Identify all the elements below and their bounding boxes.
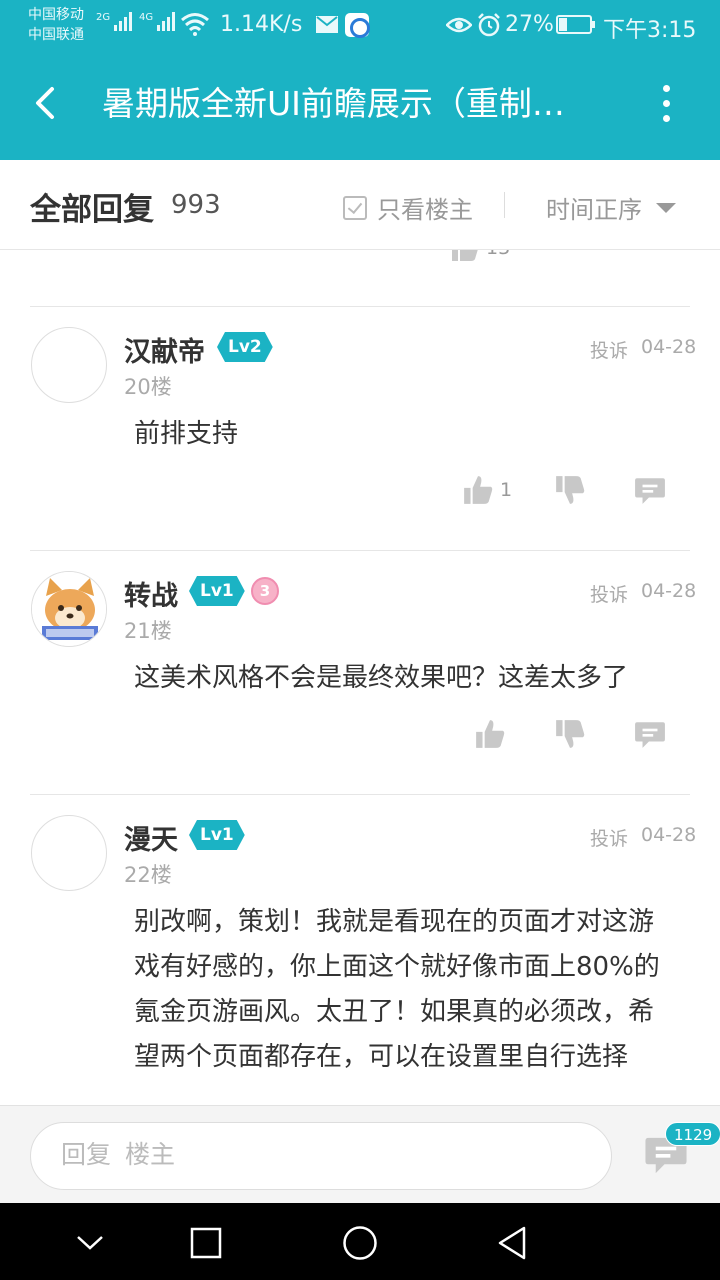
battery-fill (559, 18, 567, 31)
page-title: 暑期版全新UI前瞻展示（重制… (102, 84, 565, 123)
divider (30, 550, 690, 551)
comment-count-badge: 1129 (665, 1122, 720, 1146)
more-options-button[interactable] (646, 78, 686, 128)
back-nav-button[interactable] (490, 1221, 534, 1265)
dislike-button[interactable] (554, 470, 586, 510)
divider (504, 192, 505, 218)
post-date: 04-28 (641, 580, 697, 602)
home-icon (343, 1226, 377, 1260)
reply-actions (0, 714, 720, 754)
level-badge: Lv1 (189, 576, 245, 606)
dislike-button[interactable] (554, 714, 586, 754)
floor-number: 21楼 (124, 619, 172, 643)
only-op-label: 只看楼主 (377, 196, 473, 224)
floor-number: 22楼 (124, 863, 172, 887)
username[interactable]: 漫天 (124, 818, 178, 857)
reply-feed[interactable]: 13 汉献帝 Lv2 20楼 投诉 04-28 前排支持 1 (0, 250, 720, 1105)
reply-body: 别改啊，策划！我就是看现在的页面才对这游戏有好感的，你上面这个就好像市面上80%… (134, 907, 660, 1072)
shiba-dog-avatar-image (32, 572, 106, 646)
reply-body: 前排支持 (134, 419, 239, 449)
only-op-toggle[interactable]: 只看楼主 (343, 190, 473, 225)
post-date: 04-28 (641, 336, 697, 358)
like-count: 13 (486, 250, 510, 259)
wifi-icon (181, 13, 209, 36)
comment-button[interactable] (634, 714, 666, 754)
comment-button[interactable] (634, 470, 666, 510)
system-navigation-bar (0, 1203, 720, 1280)
thumbs-up-icon (452, 250, 478, 261)
carrier-2: 中国联通 (28, 27, 84, 43)
recents-button[interactable] (184, 1221, 228, 1265)
level-badge: Lv1 (189, 820, 245, 850)
battery-icon (556, 15, 595, 34)
hide-keyboard-icon (77, 1236, 103, 1250)
carrier-names: 中国移动 中国联通 (28, 5, 84, 45)
floor-number: 20楼 (124, 375, 172, 399)
reply-body: 这美术风格不会是最终效果吧？这差太多了 (134, 663, 629, 693)
comment-icon (635, 478, 665, 504)
reply-item: 汉献帝 Lv2 20楼 投诉 04-28 前排支持 1 (0, 306, 720, 550)
back-icon (498, 1226, 526, 1260)
reply-actions: 1 (0, 470, 720, 510)
network-type-2: 4G (139, 12, 154, 23)
like-button[interactable]: 13 (450, 250, 510, 268)
checkbox-icon[interactable] (343, 195, 367, 220)
carrier-1: 中国移动 (28, 7, 84, 23)
avatar[interactable] (31, 327, 107, 403)
avatar[interactable] (31, 815, 107, 891)
app-notification-icon (345, 13, 370, 38)
level-badge: Lv2 (217, 332, 273, 362)
report-link[interactable]: 投诉 (590, 336, 628, 363)
medal-badge: 3 (251, 577, 279, 605)
divider (30, 306, 690, 307)
signal-icon: 2G (96, 12, 133, 31)
report-link[interactable]: 投诉 (590, 824, 628, 851)
reply-bar: 回复 楼主 1129 (0, 1105, 720, 1203)
app-bar: 暑期版全新UI前瞻展示（重制… (0, 50, 720, 160)
comment-icon (635, 722, 665, 748)
thumbs-up-icon (476, 720, 505, 748)
reply-filter-bar: 全部回复 993 只看楼主 时间正序 (0, 160, 720, 250)
hide-keyboard-button[interactable] (68, 1221, 112, 1265)
status-bar: 中国移动 中国联通 2G 4G 1.14K/s 27% 下午3:15 (0, 0, 720, 50)
alarm-icon (478, 13, 500, 37)
network-speed: 1.14K/s (220, 12, 303, 37)
back-button[interactable] (20, 78, 70, 128)
like-button[interactable] (474, 714, 512, 754)
clock: 下午3:15 (603, 18, 697, 43)
reply-item: 转战 Lv1 3 21楼 投诉 04-28 这美术风格不会是最终效果吧？这差太多… (0, 550, 720, 794)
network-type-1: 2G (96, 12, 111, 23)
like-count: 1 (500, 479, 513, 501)
all-replies-title: 全部回复 (30, 192, 154, 228)
screen: 中国移动 中国联通 2G 4G 1.14K/s 27% 下午3:15 暑期版全新… (0, 0, 720, 1280)
reply-count: 993 (171, 190, 221, 220)
sort-label: 时间正序 (546, 196, 642, 224)
signal-icon: 4G (139, 12, 176, 31)
reply-item: 漫天 Lv1 22楼 投诉 04-28 别改啊，策划！我就是看现在的页面才对这游… (0, 794, 720, 1105)
recents-icon (190, 1227, 222, 1259)
back-arrow-icon (36, 87, 54, 119)
reply-placeholder: 回复 (61, 1140, 112, 1169)
sort-dropdown[interactable]: 时间正序 (546, 190, 676, 225)
previous-post-actions: 13 (0, 250, 720, 268)
post-date: 04-28 (641, 824, 697, 846)
battery-percent: 27% (505, 12, 554, 37)
eye-icon (446, 17, 472, 33)
reply-target-placeholder: 楼主 (125, 1140, 176, 1169)
report-link[interactable]: 投诉 (590, 580, 628, 607)
dropdown-arrow-icon (656, 202, 676, 213)
thumbs-down-icon (556, 720, 585, 748)
thumbs-down-icon (556, 476, 585, 504)
thumbs-up-icon (464, 476, 493, 504)
home-button[interactable] (338, 1221, 382, 1265)
avatar[interactable] (31, 571, 107, 647)
reply-input[interactable]: 回复 楼主 (30, 1122, 612, 1190)
more-vert-icon (662, 84, 670, 92)
username[interactable]: 汉献帝 (124, 330, 205, 369)
divider (30, 794, 690, 795)
username[interactable]: 转战 (124, 574, 178, 613)
mail-icon (316, 16, 338, 33)
like-button[interactable]: 1 (462, 470, 512, 510)
